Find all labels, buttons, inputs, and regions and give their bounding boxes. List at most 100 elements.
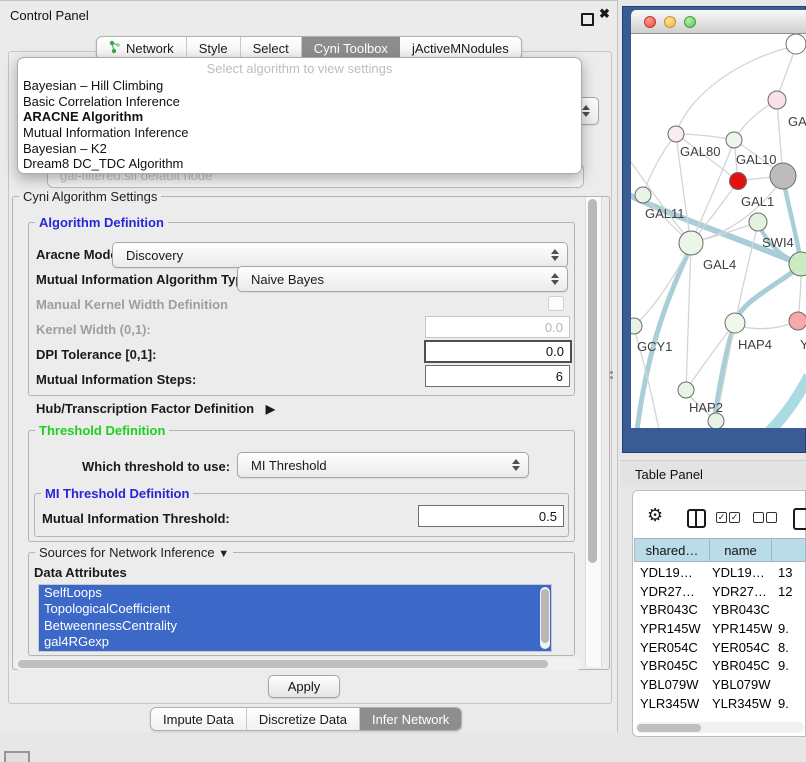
network-node[interactable] bbox=[708, 413, 724, 428]
deselect-all-checkbox-icon[interactable] bbox=[753, 512, 764, 523]
settings-scrollbar[interactable] bbox=[585, 197, 602, 667]
attribute-list-item[interactable]: SelfLoops bbox=[39, 585, 551, 601]
tab-network[interactable]: Network bbox=[97, 37, 187, 59]
table-row[interactable]: YPR145WYPR145W9. bbox=[634, 619, 806, 638]
table-hscrollbar[interactable] bbox=[636, 722, 804, 733]
chevron-updown-icon bbox=[547, 249, 563, 261]
table-body[interactable]: YDL19…YDL19…13YDR27…YDR27…12YBR043CYBR04… bbox=[634, 563, 806, 717]
network-canvas[interactable]: GALGAL80GAL10GAL1GAL11SWI4GAL4GCY1HAP4YH… bbox=[631, 34, 806, 428]
table-row[interactable]: YIL052CYIL052C9 bbox=[634, 713, 806, 718]
table-hscrollbar-thumb[interactable] bbox=[637, 724, 701, 732]
table-row[interactable]: YER054CYER054C8. bbox=[634, 638, 806, 657]
tab-style[interactable]: Style bbox=[187, 37, 241, 59]
column-browser-icon[interactable] bbox=[687, 509, 706, 528]
network-node-hap2[interactable] bbox=[678, 382, 694, 398]
threshold-definition-title: Threshold Definition bbox=[35, 423, 169, 438]
table-row[interactable]: YBR045CYBR045C9. bbox=[634, 656, 806, 675]
tab-impute-data[interactable]: Impute Data bbox=[151, 708, 247, 730]
network-edge[interactable] bbox=[631, 194, 802, 265]
splitter-grip[interactable] bbox=[610, 371, 613, 374]
dropdown-item[interactable]: Dream8 DC_TDC Algorithm bbox=[18, 156, 581, 172]
dropdown-item[interactable]: ARACNE Algorithm bbox=[18, 109, 581, 125]
network-edge[interactable] bbox=[767, 376, 806, 428]
node-label: Y bbox=[800, 337, 806, 352]
network-edge[interactable] bbox=[637, 246, 691, 428]
table-row[interactable]: YBR043CYBR043C bbox=[634, 600, 806, 619]
apply-button[interactable]: Apply bbox=[268, 675, 340, 698]
attribute-list-item[interactable]: gal4RGexp bbox=[39, 634, 551, 650]
network-node[interactable] bbox=[786, 34, 806, 54]
tab-cyni-toolbox[interactable]: Cyni Toolbox bbox=[302, 37, 400, 59]
network-graph[interactable]: GALGAL80GAL10GAL1GAL11SWI4GAL4GCY1HAP4YH… bbox=[631, 34, 806, 428]
network-node-gal10[interactable] bbox=[726, 132, 742, 148]
tab-jactivemnodules[interactable]: jActiveMNodules bbox=[400, 37, 521, 59]
network-node[interactable] bbox=[770, 163, 796, 189]
table-row[interactable]: YLR345WYLR345W9. bbox=[634, 694, 806, 713]
column-header[interactable]: shared… bbox=[634, 538, 710, 562]
apply-button-label: Apply bbox=[288, 679, 321, 694]
network-node-hap4[interactable] bbox=[725, 313, 745, 333]
hub-definition-toggle[interactable]: Hub/Transcription Factor Definition ▶ bbox=[36, 401, 275, 416]
tab-infer-network[interactable]: Infer Network bbox=[360, 708, 461, 730]
network-node-gal1[interactable] bbox=[730, 173, 747, 190]
select-all-checkbox-icon[interactable]: ✓ bbox=[716, 512, 727, 523]
float-window-icon[interactable] bbox=[581, 13, 594, 26]
dpi-tolerance-field[interactable]: 0.0 bbox=[424, 340, 572, 363]
which-threshold-combobox[interactable]: MI Threshold bbox=[237, 452, 529, 478]
expand-right-icon[interactable]: ▶ bbox=[266, 402, 275, 416]
table-row[interactable]: YDL19…YDL19…13 bbox=[634, 563, 806, 582]
manual-kernel-checkbox[interactable] bbox=[548, 296, 564, 311]
attribute-list-item[interactable]: BetweennessCentrality bbox=[39, 618, 551, 634]
aracne-mode-combobox[interactable]: Discovery bbox=[112, 242, 568, 268]
close-traffic-light-icon[interactable] bbox=[644, 16, 656, 28]
network-node-gal11[interactable] bbox=[635, 187, 651, 203]
network-edge[interactable] bbox=[783, 178, 801, 264]
network-edge[interactable] bbox=[676, 134, 734, 140]
network-node-y[interactable] bbox=[789, 312, 806, 330]
kernel-width-label: Kernel Width (0,1): bbox=[36, 322, 151, 337]
data-attributes-list[interactable]: SelfLoopsTopologicalCoefficientBetweenne… bbox=[38, 584, 552, 652]
network-window-titlebar[interactable] bbox=[631, 10, 806, 34]
tab-discretize-data[interactable]: Discretize Data bbox=[247, 708, 360, 730]
table-cell: YPR145W bbox=[710, 621, 772, 636]
collapsed-panel-button[interactable] bbox=[4, 751, 30, 762]
network-edge[interactable] bbox=[686, 245, 691, 390]
minimize-traffic-light-icon[interactable] bbox=[664, 16, 676, 28]
list-scrollbar[interactable] bbox=[540, 587, 550, 649]
network-node-swi4[interactable] bbox=[749, 213, 767, 231]
settings-hscrollbar-thumb[interactable] bbox=[18, 660, 548, 668]
settings-scrollbar-thumb[interactable] bbox=[588, 199, 597, 563]
network-node-gal80[interactable] bbox=[668, 126, 684, 142]
mi-threshold-field[interactable]: 0.5 bbox=[418, 505, 564, 527]
column-header[interactable] bbox=[772, 538, 806, 562]
mi-threshold-group-title: MI Threshold Definition bbox=[41, 486, 193, 501]
network-node-gal4[interactable] bbox=[679, 231, 703, 255]
settings-hscrollbar[interactable] bbox=[14, 658, 582, 670]
function-builder-icon[interactable] bbox=[793, 508, 806, 530]
column-header[interactable]: name bbox=[710, 538, 772, 562]
dropdown-item[interactable]: Bayesian – K2 bbox=[18, 141, 581, 157]
mi-steps-field[interactable]: 6 bbox=[425, 365, 570, 387]
table-cell: YDL19… bbox=[710, 565, 772, 580]
attribute-list-item[interactable]: TopologicalCoefficient bbox=[39, 601, 551, 617]
dropdown-item[interactable]: Basic Correlation Inference bbox=[18, 94, 581, 110]
network-node-gcy1[interactable] bbox=[631, 318, 642, 334]
deselect-all-checkbox-icon-2[interactable] bbox=[766, 512, 777, 523]
dropdown-item[interactable]: Bayesian – Hill Climbing bbox=[18, 78, 581, 94]
kernel-width-field[interactable]: 0.0 bbox=[425, 316, 570, 338]
close-icon[interactable]: ✖ bbox=[599, 6, 610, 22]
tab-select[interactable]: Select bbox=[241, 37, 302, 59]
select-all-checkbox-icon-2[interactable]: ✓ bbox=[729, 512, 740, 523]
gear-icon[interactable]: ⚙ bbox=[647, 505, 663, 526]
tab-label: Select bbox=[253, 41, 289, 56]
table-row[interactable]: YDR27…YDR27…12 bbox=[634, 582, 806, 601]
list-scrollbar-thumb[interactable] bbox=[541, 589, 549, 643]
table-row[interactable]: YBL079WYBL079W bbox=[634, 675, 806, 694]
network-node-gal[interactable] bbox=[768, 91, 786, 109]
table-cell: YER054C bbox=[710, 640, 772, 655]
mi-type-combobox[interactable]: Naive Bayes bbox=[237, 266, 568, 292]
dropdown-item[interactable]: Mutual Information Inference bbox=[18, 125, 581, 141]
collapse-down-icon[interactable]: ▼ bbox=[218, 548, 229, 560]
zoom-traffic-light-icon[interactable] bbox=[684, 16, 696, 28]
table-header-row[interactable]: shared…name bbox=[634, 538, 806, 562]
